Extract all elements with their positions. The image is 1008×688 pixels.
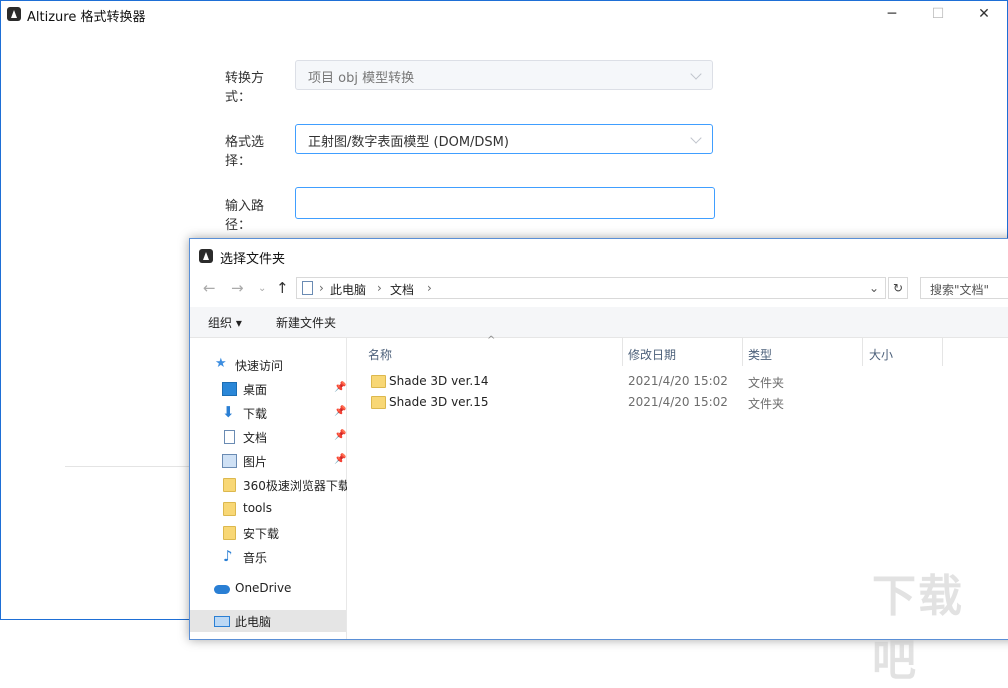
breadcrumb-sep-icon: › <box>427 281 432 295</box>
folder-icon <box>371 396 386 409</box>
nav-folder-tools[interactable]: tools <box>190 498 346 520</box>
file-row[interactable]: Shade 3D ver.15 2021/4/20 15:02 文件夹 <box>358 393 998 413</box>
nav-folder-360[interactable]: 360极速浏览器下载 <box>190 474 347 496</box>
pin-icon: 📌 <box>334 382 347 393</box>
nav-onedrive[interactable]: OneDrive <box>190 578 346 600</box>
file-date: 2021/4/20 15:02 <box>628 395 728 409</box>
breadcrumb-sep-icon: › <box>377 281 382 295</box>
column-separator <box>942 338 943 366</box>
window-title: Altizure 格式转换器 <box>27 10 146 25</box>
column-separator <box>622 338 623 366</box>
desktop-icon <box>222 382 237 396</box>
cloud-icon <box>214 585 230 594</box>
watermark: 下载吧 <box>872 571 964 686</box>
document-icon <box>224 430 235 444</box>
format-select[interactable]: 正射图/数字表面模型 (DOM/DSM) <box>295 124 713 154</box>
recent-chevron-icon[interactable]: ⌄ <box>258 283 266 294</box>
sort-arrow-icon: ^ <box>487 335 496 346</box>
chevron-down-icon <box>690 132 702 144</box>
search-input[interactable]: 搜索"文档" <box>920 277 1008 299</box>
folder-icon <box>371 375 386 388</box>
star-icon: ★ <box>215 356 227 371</box>
breadcrumb-sep-icon: › <box>319 281 324 295</box>
file-name: Shade 3D ver.15 <box>389 395 489 409</box>
file-row[interactable]: Shade 3D ver.14 2021/4/20 15:02 文件夹 <box>358 372 998 392</box>
pin-icon: 📌 <box>334 430 347 441</box>
file-list-header: ^ 名称 修改日期 类型 大小 <box>358 335 998 366</box>
file-type: 文件夹 <box>748 376 785 390</box>
file-name: Shade 3D ver.14 <box>389 374 489 388</box>
pictures-icon <box>222 454 237 468</box>
dialog-logo-icon <box>199 249 213 263</box>
breadcrumb-this-pc[interactable]: 此电脑 <box>330 281 366 298</box>
format-label: 格式选择： <box>225 135 265 169</box>
dialog-toolbar: 组织 ▾ 新建文件夹 <box>190 307 1008 338</box>
folder-icon <box>223 502 236 516</box>
nav-downloads[interactable]: ⬇ 下载 📌 <box>190 402 346 424</box>
folder-icon <box>223 478 236 492</box>
maximize-button[interactable]: ☐ <box>915 1 961 27</box>
pin-icon: 📌 <box>334 454 347 465</box>
close-button[interactable]: ✕ <box>961 1 1007 27</box>
column-separator <box>742 338 743 366</box>
refresh-icon[interactable]: ↻ <box>888 277 908 299</box>
music-icon: ♪ <box>223 547 233 565</box>
nav-desktop[interactable]: 桌面 📌 <box>190 378 346 400</box>
file-date: 2021/4/20 15:02 <box>628 374 728 388</box>
file-type: 文件夹 <box>748 397 785 411</box>
path-label: 输入路径： <box>225 199 265 233</box>
folder-icon <box>223 526 236 540</box>
computer-icon <box>214 616 230 627</box>
nav-pictures[interactable]: 图片 📌 <box>190 450 346 472</box>
mode-select-value: 项目 obj 模型转换 <box>308 71 415 86</box>
nav-music[interactable]: ♪ 音乐 <box>190 546 346 568</box>
address-bar[interactable]: › 此电脑 › 文档 › ⌄ <box>296 277 886 299</box>
pc-icon <box>302 281 313 295</box>
title-bar: Altizure 格式转换器 ─ ☐ ✕ <box>1 1 1007 27</box>
mode-select[interactable]: 项目 obj 模型转换 <box>295 60 713 90</box>
nav-quick-access[interactable]: ★ 快速访问 <box>190 354 346 376</box>
column-name[interactable]: 名称 <box>368 346 392 363</box>
minimize-button[interactable]: ─ <box>869 1 915 27</box>
format-select-value: 正射图/数字表面模型 (DOM/DSM) <box>308 135 509 150</box>
new-folder-button[interactable]: 新建文件夹 <box>276 314 336 331</box>
chevron-down-icon <box>690 68 702 80</box>
pin-icon: 📌 <box>334 406 347 417</box>
navigation-pane: ★ 快速访问 桌面 📌 ⬇ 下载 📌 文档 📌 图片 📌 360极速浏览器下载 <box>190 338 347 639</box>
up-arrow-icon[interactable]: ↑ <box>276 279 289 297</box>
column-type[interactable]: 类型 <box>748 346 772 363</box>
divider <box>65 466 193 467</box>
nav-this-pc[interactable]: 此电脑 <box>190 610 346 632</box>
path-input[interactable] <box>295 187 715 219</box>
search-placeholder: 搜索"文档" <box>930 283 990 297</box>
column-separator <box>862 338 863 366</box>
breadcrumb-documents[interactable]: 文档 <box>390 281 414 298</box>
organize-button[interactable]: 组织 ▾ <box>208 314 242 331</box>
mode-label: 转换方式： <box>225 71 265 105</box>
dialog-title: 选择文件夹 <box>220 252 286 267</box>
app-logo-icon <box>7 7 21 21</box>
nav-documents[interactable]: 文档 📌 <box>190 426 346 448</box>
back-arrow-icon[interactable]: ← <box>203 279 216 297</box>
forward-arrow-icon[interactable]: → <box>231 279 244 297</box>
nav-folder-anxiazai[interactable]: 安下载 <box>190 522 346 544</box>
column-size[interactable]: 大小 <box>869 346 893 363</box>
address-dropdown-icon[interactable]: ⌄ <box>869 281 879 295</box>
download-icon: ⬇ <box>222 403 235 421</box>
column-date[interactable]: 修改日期 <box>628 346 676 363</box>
